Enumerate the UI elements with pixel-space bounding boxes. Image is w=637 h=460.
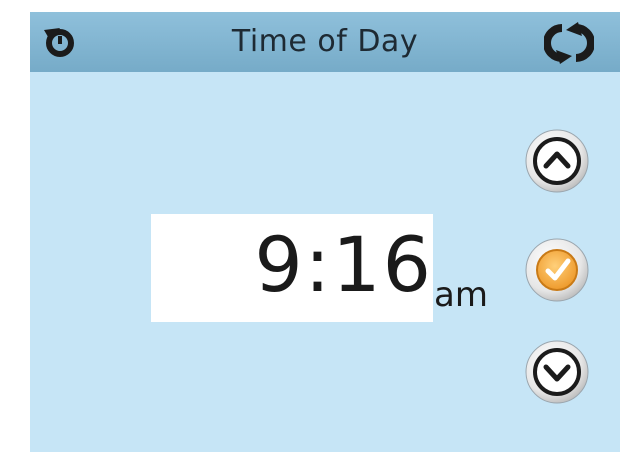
checkmark-icon (525, 238, 589, 302)
refresh-button[interactable] (543, 20, 595, 66)
confirm-button[interactable] (524, 237, 590, 303)
time-value: 9:16 (254, 220, 433, 309)
increase-button[interactable] (524, 128, 590, 194)
refresh-icon (543, 22, 595, 64)
chevron-down-icon (525, 340, 589, 404)
page-title: Time of Day (231, 24, 419, 59)
time-display-box: 9:16 (151, 214, 433, 322)
header-bar: Time of Day (30, 12, 620, 72)
chevron-up-icon (525, 129, 589, 193)
am-pm-indicator: am (434, 275, 488, 315)
decrease-button[interactable] (524, 339, 590, 405)
time-of-day-screen: Time of Day 9:16 am (30, 12, 620, 452)
